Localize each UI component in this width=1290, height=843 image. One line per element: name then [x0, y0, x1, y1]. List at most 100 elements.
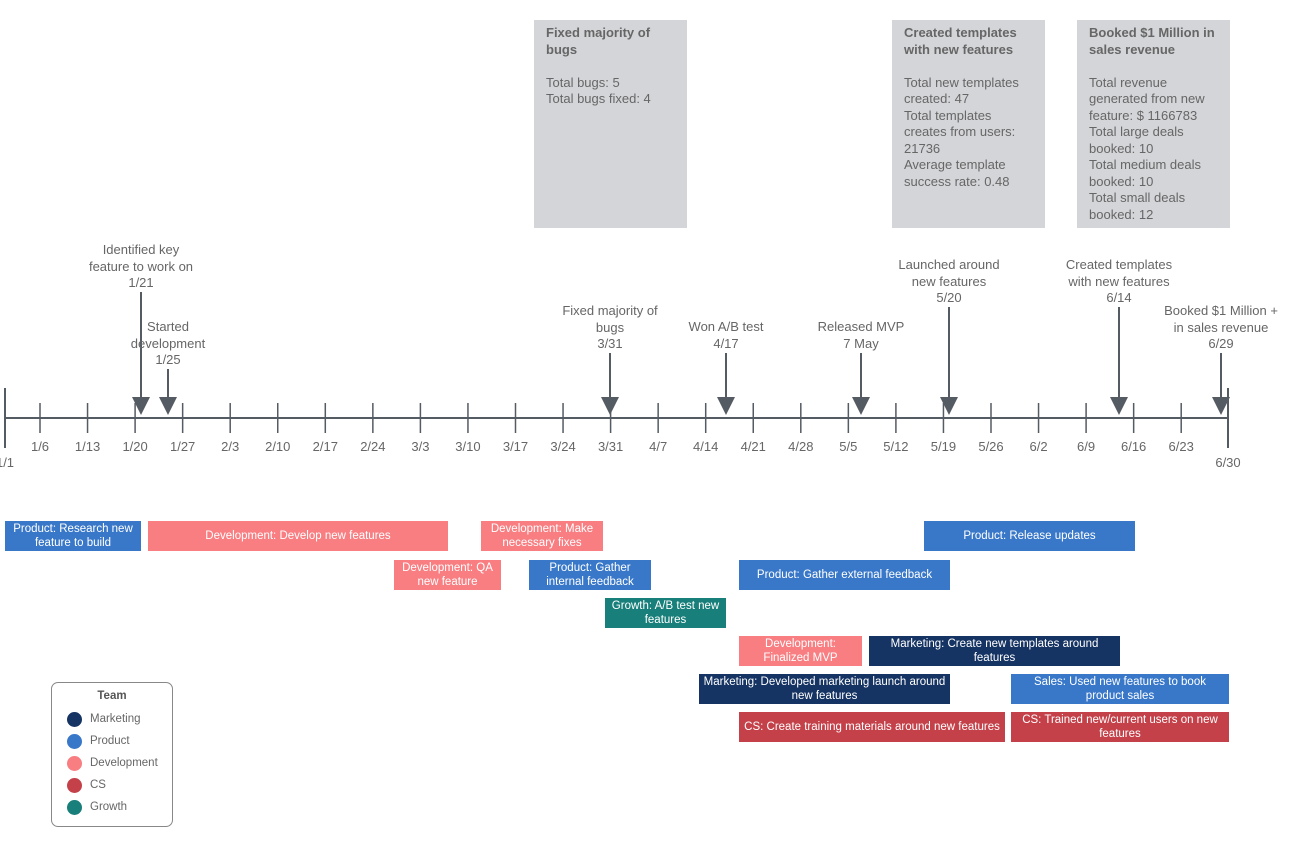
info-box-line: Average template success rate: 0.48	[904, 157, 1010, 189]
task-label: Development: Make necessary fixes	[490, 523, 594, 549]
milestone-arrow-icon	[940, 307, 958, 415]
task-label: Product: Research new feature to build	[13, 523, 133, 549]
timeline-diagram: 1/1 6/30 1/6 1/13 1/20 1/27 2/3 2/10 2/17 2/24 3…	[0, 0, 1290, 843]
milestone-text: Released MVP	[817, 319, 905, 334]
info-box-title: Booked $1 Million in sales revenue	[1089, 25, 1215, 57]
info-box-bugs: Fixed majority of bugs Total bugs: 5 Tot…	[534, 20, 687, 228]
task-label: Product: Release updates	[963, 530, 1096, 542]
task-bar[interactable]: CS: Create training materials around new…	[739, 712, 1005, 742]
axis-tick-label: 4/21	[740, 439, 766, 454]
task-bar[interactable]: CS: Trained new/current users on new fea…	[1011, 712, 1229, 742]
milestone-arrow-icon	[601, 353, 619, 415]
milestone-text: Won A/B test	[688, 319, 764, 334]
axis-tick-label: 6/16	[1120, 439, 1147, 454]
milestone-date: 3/31	[597, 336, 623, 351]
task-bar[interactable]: Sales: Used new features to book product…	[1011, 674, 1229, 704]
task-bar[interactable]: Product: Research new feature to build	[5, 521, 141, 551]
milestone-label: Won A/B test 4/17	[689, 319, 764, 352]
task-label: Marketing: Create new templates around f…	[890, 638, 1099, 664]
info-box-title: Created templates with new features	[904, 25, 1017, 57]
axis-tick-label: 2/17	[312, 439, 338, 454]
task-bar[interactable]: Growth: A/B test new features	[605, 598, 726, 628]
axis-tick-label: 6/2	[1029, 439, 1048, 454]
milestone-arrow-icon	[852, 353, 870, 415]
task-bar[interactable]: Product: Gather internal feedback	[529, 560, 651, 590]
legend-title: Team	[97, 690, 127, 702]
task-label: CS: Create training materials around new…	[744, 721, 1000, 733]
task-bar[interactable]: Marketing: Developed marketing launch ar…	[699, 674, 950, 704]
milestone-label: Launched around new features 5/20	[898, 257, 999, 307]
axis-tick-label: 1/6	[30, 439, 50, 454]
milestone-text: Launched around	[898, 257, 1000, 272]
milestone-text: Created templates	[1065, 257, 1173, 272]
task-bar[interactable]: Marketing: Create new templates around f…	[869, 636, 1120, 666]
milestone-text: Identified key	[102, 242, 180, 257]
milestone-text: Booked $1 Million +	[1164, 303, 1278, 318]
milestone-date: 1/25	[155, 352, 181, 367]
axis-tick-label: 1/13	[74, 439, 101, 454]
info-box-title: Fixed majority of bugs	[546, 25, 651, 57]
milestone-date: 4/17	[713, 335, 739, 351]
task-label: Marketing: Developed marketing launch ar…	[703, 676, 946, 702]
milestone-arrow-icon	[717, 353, 735, 415]
axis-tick-label: 3/17	[502, 439, 529, 454]
axis-tick-label: 2/3	[221, 439, 240, 454]
growth-color-dot-icon	[67, 799, 82, 815]
marketing-color-dot-icon	[67, 711, 82, 727]
task-label: CS: Trained new/current users on new fea…	[1022, 714, 1218, 740]
legend-label: Product	[90, 735, 130, 747]
info-box-line: Total bugs: 5	[546, 74, 620, 90]
axis-tick-label: 3/3	[411, 439, 430, 454]
legend-label: CS	[90, 779, 106, 791]
milestone-text: bugs	[595, 319, 625, 335]
task-bar[interactable]: Development: QA new feature	[394, 560, 501, 590]
task-label: Development: Finalized MVP	[763, 638, 838, 664]
task-bar[interactable]: Development: Make necessary fixes	[481, 521, 603, 551]
legend-item-marketing: Marketing	[52, 708, 172, 730]
milestone-label: Identified key feature to work on 1/21	[89, 242, 193, 292]
axis-tick-label: 2/10	[265, 439, 291, 454]
milestone-label: Created templates with new features 6/14	[1066, 257, 1172, 307]
legend-label: Marketing	[90, 713, 141, 725]
product-color-dot-icon	[67, 733, 82, 749]
axis-tick-label: 6/9	[1077, 439, 1096, 454]
task-bar[interactable]: Product: Gather external feedback	[739, 560, 950, 590]
development-color-dot-icon	[67, 755, 82, 771]
milestone-label: Released MVP 7 May	[818, 319, 905, 352]
task-label: Development: Develop new features	[205, 530, 391, 542]
task-label: Sales: Used new features to book product…	[1034, 676, 1206, 702]
legend-item-cs: CS	[52, 774, 172, 796]
task-bar[interactable]: Development: Develop new features	[148, 521, 448, 551]
axis-tick-label: 5/19	[930, 439, 957, 454]
milestone-label: Fixed majority of bugs 3/31	[562, 303, 657, 353]
milestone-date: 6/29	[1208, 336, 1234, 351]
milestone-text: development	[130, 335, 206, 351]
axis-tick-label: 4/14	[693, 439, 719, 454]
axis-tick-label: 2/24	[360, 439, 386, 454]
milestone-date: 7 May	[843, 335, 879, 351]
task-bar[interactable]: Development: Finalized MVP	[739, 636, 862, 666]
legend-item-product: Product	[52, 730, 172, 752]
axis-start-label: 1/1	[0, 455, 15, 470]
info-box-line: Total medium deals booked: 10	[1089, 157, 1201, 189]
axis-tick-label: 4/28	[788, 439, 814, 454]
milestone-text: in sales revenue	[1173, 319, 1269, 335]
task-label: Growth: A/B test new features	[611, 600, 720, 626]
info-box-templates: Created templates with new features Tota…	[892, 20, 1045, 228]
info-box-line: Total large deals booked: 10	[1089, 124, 1184, 156]
legend-item-development: Development	[52, 752, 172, 774]
axis-tick-label: 4/7	[649, 439, 668, 454]
info-box-line: Total revenue generated from new feature…	[1089, 74, 1205, 123]
task-label: Product: Gather internal feedback	[546, 562, 634, 588]
axis-tick-label: 3/31	[597, 439, 624, 454]
axis-tick-label: 3/10	[455, 439, 481, 454]
task-bar[interactable]: Product: Release updates	[924, 521, 1135, 551]
info-box-line: Total templates creates from users: 2173…	[904, 107, 1016, 156]
axis-tick-label: 1/27	[169, 439, 196, 454]
milestone-text: Started	[147, 319, 189, 334]
task-label: Product: Gather external feedback	[756, 569, 933, 581]
milestone-date: 5/20	[936, 290, 962, 305]
axis-tick-label: 3/24	[550, 439, 576, 454]
axis-tick-label: 5/5	[839, 439, 858, 454]
milestone-date: 1/21	[128, 275, 154, 290]
